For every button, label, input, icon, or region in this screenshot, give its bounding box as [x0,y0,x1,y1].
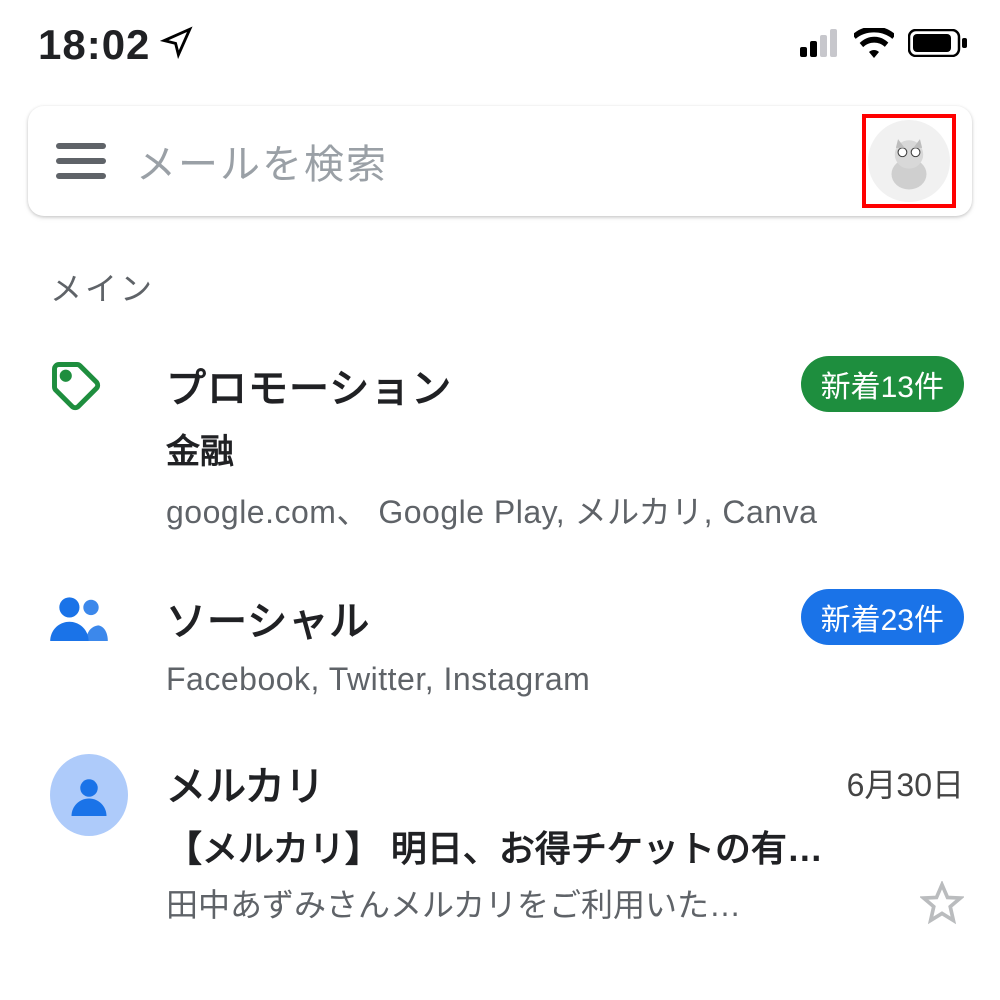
category-title: ソーシャル [166,589,370,647]
new-count-badge: 新着13件 [801,356,964,412]
status-bar: 18:02 [0,0,1000,78]
cellular-icon [800,29,840,62]
category-title: プロモーション [166,356,452,414]
star-icon[interactable] [920,881,964,925]
location-arrow-icon [160,21,194,69]
battery-icon [908,29,968,62]
email-snippet: 田中あずみさんメルカリをご利用いた… [166,880,902,926]
profile-avatar-highlight [862,114,956,208]
category-row-promotions[interactable]: プロモーション 新着13件 金融 google.com、 Google Play… [0,328,1000,561]
email-row[interactable]: メルカリ 6月30日 【メルカリ】 明日、お得チケットの有… 田中あずみさんメル… [0,726,1000,954]
profile-avatar[interactable] [868,120,950,202]
status-time: 18:02 [38,21,150,69]
new-count-badge: 新着23件 [801,589,964,645]
hamburger-menu-icon[interactable] [56,143,106,179]
category-subtitle: 金融 [166,424,964,473]
status-left: 18:02 [38,21,194,69]
email-date: 6月30日 [847,754,964,806]
section-label-main: メイン [0,216,1000,328]
email-sender: メルカリ [166,754,325,812]
sender-avatar [50,754,128,836]
category-senders: Facebook, Twitter, Instagram [166,661,964,698]
wifi-icon [854,28,894,63]
search-input[interactable]: メールを検索 [136,132,832,190]
category-senders: google.com、 Google Play, メルカリ, Canva [166,487,964,533]
category-row-social[interactable]: ソーシャル 新着23件 Facebook, Twitter, Instagram [0,561,1000,726]
people-icon [50,589,128,641]
search-bar[interactable]: メールを検索 [28,106,972,216]
tag-icon [50,356,128,414]
status-right [800,28,968,63]
email-subject: 【メルカリ】 明日、お得チケットの有… [166,820,964,872]
